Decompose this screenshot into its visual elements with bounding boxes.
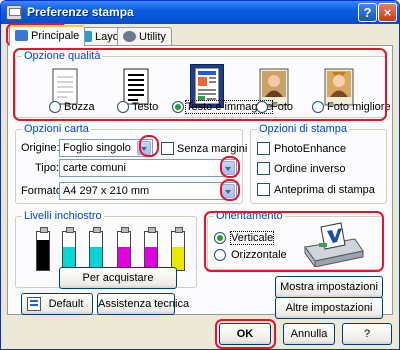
quality-testo-immagine-radio[interactable] [172, 101, 184, 113]
default-label: Default [48, 298, 84, 310]
quality-group: Opzione qualità Bozza Testo Testo e imma… [15, 50, 391, 118]
type-label: Tipo: [35, 162, 60, 174]
chevron-down-icon[interactable] [221, 184, 235, 198]
title-help-button[interactable]: ? [358, 3, 377, 22]
borderless-label[interactable]: Senza margini [177, 143, 247, 155]
type-value: carte comuni [63, 162, 126, 174]
tab-utility[interactable]: Utility [117, 27, 172, 46]
printer-portrait-icon [304, 222, 364, 267]
show-settings-button[interactable]: Mostra impostazioni [275, 276, 383, 298]
quality-foto-radio[interactable] [256, 101, 268, 113]
ink-cartridge-cyan [62, 227, 76, 271]
landscape-label[interactable]: Orizzontale [231, 249, 287, 261]
tab-principale[interactable]: Principale [9, 25, 86, 46]
quality-foto-migliore-label[interactable]: Foto migliore [327, 101, 391, 113]
print-options-label: Opzioni di stampa [257, 123, 350, 135]
type-select[interactable]: carte comuni [59, 159, 237, 177]
ok-button[interactable]: OK [219, 323, 271, 345]
source-select[interactable]: Foglio singolo [59, 139, 153, 157]
quality-bozza-radio[interactable] [49, 101, 61, 113]
cancel-button[interactable]: Annulla [283, 323, 335, 345]
portrait-radio[interactable] [214, 232, 226, 244]
default-settings-icon [27, 297, 41, 311]
chevron-down-icon[interactable] [221, 161, 235, 175]
photoenhance-label[interactable]: PhotoEnhance [274, 143, 346, 155]
landscape-radio[interactable] [214, 249, 226, 261]
quality-foto-label[interactable]: Foto [271, 101, 293, 113]
other-settings-button[interactable]: Altre impostazioni [275, 297, 383, 319]
source-label: Origine: [21, 142, 60, 154]
title-bar[interactable]: Preferenze stampa ? × [1, 1, 399, 24]
portrait-label[interactable]: Verticale [229, 231, 275, 245]
ink-cartridge-light-magenta [144, 227, 158, 271]
source-value: Foglio singolo [63, 142, 131, 154]
ink-cartridge-light-cyan [89, 227, 103, 271]
buy-ink-button[interactable]: Per acquistare [59, 267, 177, 289]
help-button[interactable]: ? [342, 323, 392, 345]
quality-bozza-label[interactable]: Bozza [64, 101, 95, 113]
print-preview-checkbox[interactable] [257, 183, 270, 196]
reverse-order-checkbox[interactable] [257, 162, 270, 175]
quality-foto-migliore-radio[interactable] [312, 101, 324, 113]
ink-cartridge-magenta [117, 227, 131, 271]
ink-fill [37, 240, 49, 270]
printing-preferences-window: Preferenze stampa ? × Principale Layout … [0, 0, 400, 350]
orientation-label: Orientamento [214, 210, 285, 222]
window-title: Preferenze stampa [27, 5, 134, 19]
borderless-checkbox[interactable] [161, 142, 174, 155]
utility-tab-icon [123, 31, 136, 42]
chevron-down-icon[interactable] [137, 141, 151, 155]
quality-testo-radio[interactable] [117, 101, 129, 113]
quality-testo-label[interactable]: Testo [132, 101, 158, 113]
photoenhance-checkbox[interactable] [257, 142, 270, 155]
paper-options-label: Opzioni carta [22, 123, 91, 135]
tab-label: Principale [31, 30, 80, 42]
technical-support-button[interactable]: Assistenza tecnica [97, 293, 189, 315]
quality-group-label: Opzione qualità [22, 50, 103, 62]
default-button[interactable]: Default [21, 293, 93, 315]
ink-levels-label: Livelli inchiostro [22, 210, 104, 222]
ink-cartridge-yellow [171, 227, 185, 271]
tab-label: Utility [139, 31, 166, 43]
print-preview-label[interactable]: Anteprima di stampa [274, 184, 375, 196]
close-button[interactable]: × [378, 3, 397, 22]
printer-icon [6, 5, 22, 20]
size-value: A4 297 x 210 mm [63, 185, 150, 197]
main-tab-icon [15, 30, 28, 41]
reverse-order-label[interactable]: Ordine inverso [274, 163, 346, 175]
ink-cartridge-black [36, 227, 50, 271]
size-select[interactable]: A4 297 x 210 mm [59, 182, 237, 200]
